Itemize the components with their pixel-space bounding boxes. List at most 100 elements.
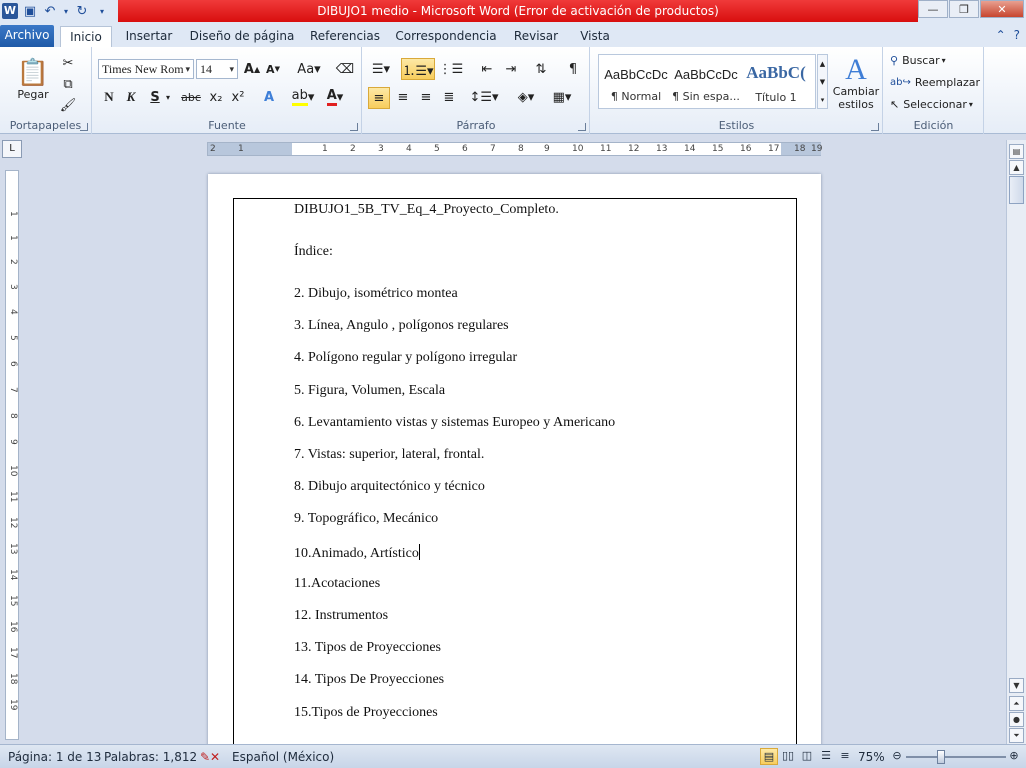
list-item[interactable]: 3. Línea, Angulo , polígonos regulares: [294, 318, 509, 334]
tab-vista[interactable]: Vista: [572, 26, 618, 47]
print-layout-icon[interactable]: ▤: [760, 748, 778, 765]
underline-button[interactable]: S: [145, 87, 165, 107]
grow-font-icon[interactable]: A ▲: [242, 59, 262, 79]
minimize-button[interactable]: —: [918, 0, 948, 18]
zoom-level[interactable]: 75%: [858, 750, 885, 764]
list-item[interactable]: 11.Acotaciones: [294, 576, 380, 592]
style-titulo-1[interactable]: AaBbC( Título 1: [741, 57, 811, 108]
cut-icon[interactable]: ✂: [58, 53, 78, 73]
highlight-icon[interactable]: ab ▾: [291, 87, 315, 107]
replace-button[interactable]: ab↪ Reemplazar: [890, 73, 980, 91]
bold-button[interactable]: N: [99, 87, 119, 107]
tab-correspondencia[interactable]: Correspondencia: [394, 26, 498, 47]
zoom-in-icon[interactable]: ⊕: [1005, 748, 1023, 765]
list-item[interactable]: 15.Tipos de Proyecciones: [294, 705, 438, 721]
chevron-up-icon[interactable]: ▲: [818, 55, 827, 73]
restore-button[interactable]: ❐: [949, 0, 979, 18]
scroll-down-arrow[interactable]: ▼: [1009, 678, 1024, 693]
scroll-thumb[interactable]: [1009, 176, 1024, 204]
clipboard-launcher-icon[interactable]: [80, 123, 88, 131]
tab-revisar[interactable]: Revisar: [508, 26, 564, 47]
zoom-slider-track[interactable]: [906, 756, 1006, 758]
full-screen-reading-icon[interactable]: ▯▯: [779, 748, 797, 765]
superscript-button[interactable]: x²: [228, 87, 248, 107]
shading-icon[interactable]: ◈▾: [513, 87, 539, 107]
list-item[interactable]: 4. Polígono regular y polígono irregular: [294, 350, 517, 366]
list-item[interactable]: 14. Tipos De Proyecciones: [294, 672, 444, 688]
italic-button[interactable]: K: [121, 87, 141, 107]
tab-archivo[interactable]: Archivo: [0, 25, 54, 47]
zoom-out-icon[interactable]: ⊖: [888, 748, 906, 765]
tab-referencias[interactable]: Referencias: [306, 26, 384, 47]
shrink-font-icon[interactable]: A ▼: [263, 59, 283, 79]
increase-indent-icon[interactable]: ⇥: [501, 59, 521, 79]
clear-format-icon[interactable]: ⌫: [335, 59, 355, 79]
decrease-indent-icon[interactable]: ⇤: [477, 59, 497, 79]
find-button[interactable]: ⚲ Buscar ▾: [890, 51, 946, 69]
styles-scroll[interactable]: ▲ ▼ ▾: [817, 54, 828, 109]
horizontal-ruler[interactable]: 2 1 1 2 3 4 5 6 7 8 9 10 11 12 13 14 15 …: [207, 142, 822, 156]
borders-icon[interactable]: ▦▾: [549, 87, 575, 107]
align-right-icon[interactable]: ≡: [416, 87, 436, 107]
next-page-icon[interactable]: ⏷: [1009, 728, 1024, 743]
chevron-down-icon[interactable]: ▼: [818, 73, 827, 91]
tab-inicio[interactable]: Inicio: [60, 26, 112, 47]
text-effects-icon[interactable]: A: [259, 87, 279, 107]
save-icon[interactable]: ▣: [22, 3, 38, 19]
justify-icon[interactable]: ≣: [439, 87, 459, 107]
web-layout-icon[interactable]: ◫: [798, 748, 816, 765]
tab-diseno-pagina[interactable]: Diseño de página: [188, 26, 296, 47]
help-icon[interactable]: ?: [1014, 28, 1020, 42]
align-center-icon[interactable]: ≡: [393, 87, 413, 107]
tab-insertar[interactable]: Insertar: [118, 26, 180, 47]
style-normal[interactable]: AaBbCcDc ¶ Normal: [601, 57, 671, 108]
bullets-icon[interactable]: ☰▾: [369, 59, 393, 79]
align-left-icon[interactable]: ≡: [368, 87, 390, 109]
document-page[interactable]: DIBUJO1_5B_TV_Eq_4_Proyecto_Completo. Ín…: [208, 174, 821, 744]
list-item[interactable]: 13. Tipos de Proyecciones: [294, 640, 441, 656]
minimize-ribbon-icon[interactable]: ⌃: [996, 28, 1006, 42]
more-styles-icon[interactable]: ▾: [818, 91, 827, 109]
language-indicator[interactable]: Español (México): [232, 750, 334, 764]
font-launcher-icon[interactable]: [350, 123, 358, 131]
undo-icon[interactable]: ↶: [42, 3, 58, 19]
font-color-icon[interactable]: A ▾: [323, 87, 347, 107]
vertical-scrollbar[interactable]: ▤ ▲ ▼ ⏶ ● ⏷: [1006, 140, 1026, 744]
styles-launcher-icon[interactable]: [871, 123, 879, 131]
list-item[interactable]: 5. Figura, Volumen, Escala: [294, 383, 445, 399]
tab-selector[interactable]: L: [2, 140, 22, 158]
dropdown-icon[interactable]: ▾: [62, 3, 70, 19]
paragraph-launcher-icon[interactable]: [578, 123, 586, 131]
style-sin-espaciado[interactable]: AaBbCcDc ¶ Sin espa...: [671, 57, 741, 108]
redo-icon[interactable]: ↻: [74, 3, 90, 19]
scroll-up-arrow[interactable]: ▲: [1009, 160, 1024, 175]
proofing-icon[interactable]: ✎✕: [200, 750, 220, 764]
list-item[interactable]: 7. Vistas: superior, lateral, frontal.: [294, 447, 484, 463]
list-item[interactable]: 8. Dibujo arquitectónico y técnico: [294, 479, 485, 495]
paste-button[interactable]: 📋 Pegar: [12, 51, 54, 107]
word-app-icon[interactable]: W: [2, 3, 18, 19]
draft-icon[interactable]: ≡: [836, 748, 854, 765]
select-button[interactable]: ↖ Seleccionar ▾: [890, 95, 973, 113]
list-item-active[interactable]: 10.Animado, Artístico: [294, 544, 420, 562]
customize-qat-icon[interactable]: ▾: [94, 3, 110, 19]
zoom-slider-thumb[interactable]: [937, 750, 945, 764]
font-size-combo[interactable]: 14: [196, 59, 238, 79]
strikethrough-button[interactable]: abc: [179, 87, 203, 107]
doc-index-heading[interactable]: Índice:: [294, 244, 333, 260]
browse-object-icon[interactable]: ●: [1009, 712, 1024, 727]
numbering-icon[interactable]: ⒈☰▾: [401, 58, 435, 80]
change-case-button[interactable]: Aa ▾: [295, 59, 323, 79]
line-spacing-icon[interactable]: ↕☰▾: [469, 87, 498, 107]
sort-icon[interactable]: ⇅: [531, 59, 551, 79]
change-styles-button[interactable]: A Cambiar estilos: [832, 51, 880, 115]
show-marks-icon[interactable]: ¶: [563, 59, 583, 79]
underline-dropdown-icon[interactable]: ▾: [163, 87, 173, 107]
list-item[interactable]: 9. Topográfico, Mecánico: [294, 511, 438, 527]
outline-icon[interactable]: ☰: [817, 748, 835, 765]
font-name-combo[interactable]: Times New Rom: [98, 59, 194, 79]
doc-title-line[interactable]: DIBUJO1_5B_TV_Eq_4_Proyecto_Completo.: [294, 202, 559, 218]
close-button[interactable]: ✕: [980, 0, 1024, 18]
ruler-toggle-icon[interactable]: ▤: [1009, 144, 1024, 159]
subscript-button[interactable]: x₂: [206, 87, 226, 107]
